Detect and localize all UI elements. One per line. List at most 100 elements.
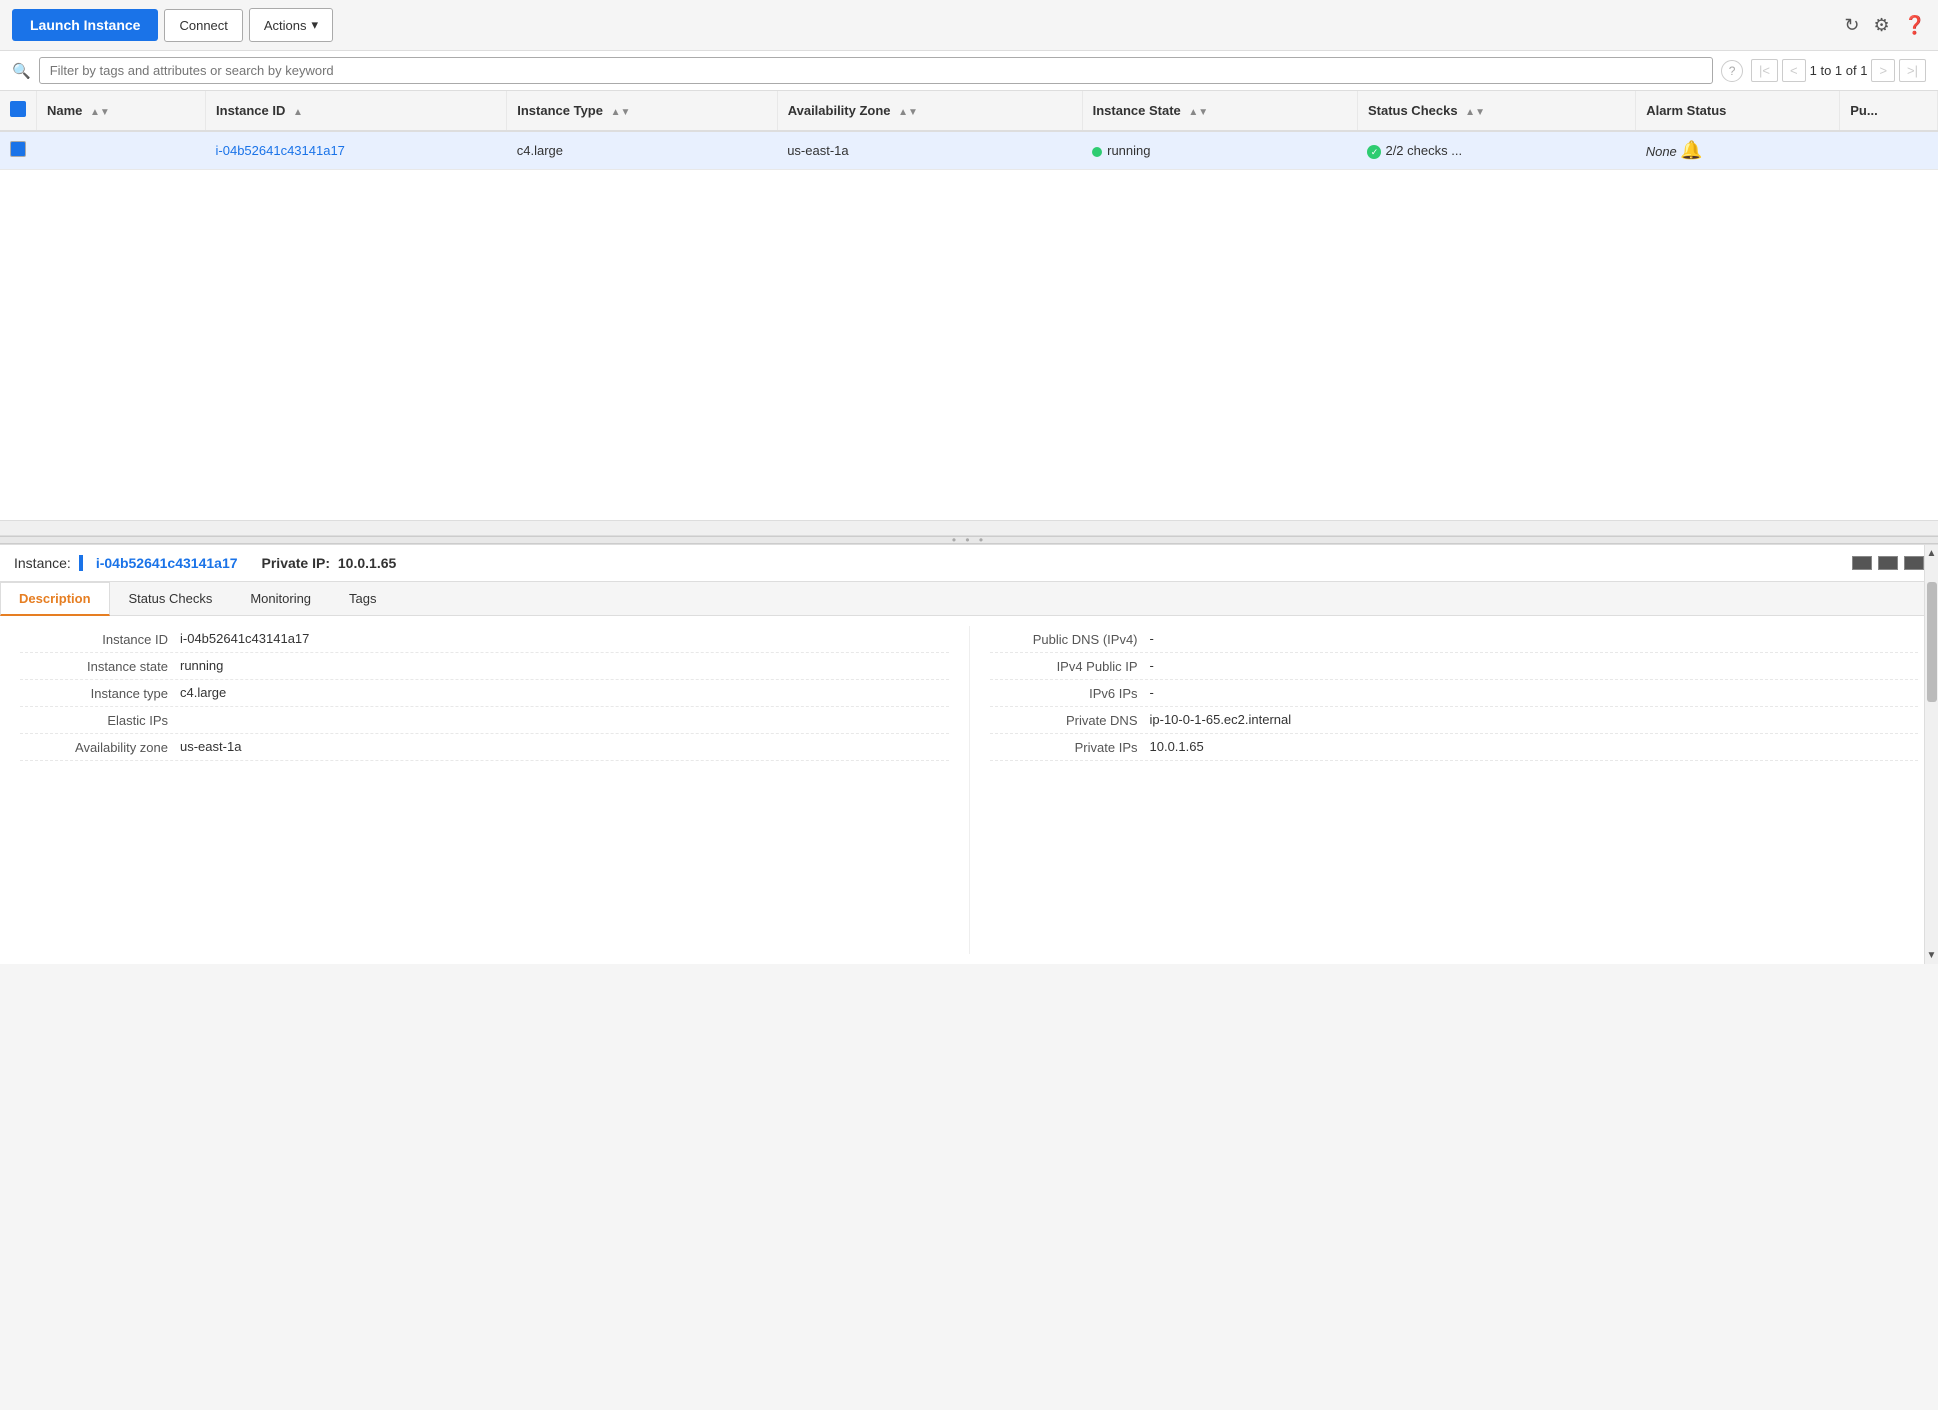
tab-status-checks[interactable]: Status Checks xyxy=(110,582,232,615)
panel-minimize-icon[interactable] xyxy=(1852,556,1872,570)
col-alarm-status[interactable]: Alarm Status xyxy=(1636,91,1840,131)
desc-row: Public DNS (IPv4) - xyxy=(990,626,1919,653)
row-public xyxy=(1840,131,1938,170)
desc-label: Instance ID xyxy=(20,631,180,647)
detail-panel: Instance: i-04b52641c43141a17 Private IP… xyxy=(0,544,1938,964)
row-instance-id[interactable]: i-04b52641c43141a17 xyxy=(206,131,507,170)
private-ip-value: 10.0.1.65 xyxy=(338,555,396,571)
instances-table: Name ▲▼ Instance ID ▲ Instance Type ▲▼ A… xyxy=(0,91,1938,170)
desc-label: Instance state xyxy=(20,658,180,674)
desc-row: Private DNS ip-10-0-1-65.ec2.internal xyxy=(990,707,1919,734)
search-bar: 🔍 ? |< < 1 to 1 of 1 > >| xyxy=(0,51,1938,91)
state-indicator-icon xyxy=(1092,147,1102,157)
panel-resize-icons xyxy=(1852,556,1924,570)
select-all-header[interactable] xyxy=(0,91,37,131)
pagination-prev-button[interactable]: < xyxy=(1782,59,1806,82)
desc-row: Instance ID i-04b52641c43141a17 xyxy=(20,626,949,653)
desc-value: running xyxy=(180,658,223,673)
col-instance-state[interactable]: Instance State ▲▼ xyxy=(1082,91,1357,131)
sort-icon-az: ▲▼ xyxy=(898,107,918,118)
search-icon: 🔍 xyxy=(12,62,31,80)
desc-row: IPv4 Public IP - xyxy=(990,653,1919,680)
toolbar: Launch Instance Connect Actions ▾ ↻ ⚙ ❓ xyxy=(0,0,1938,51)
horizontal-scrollbar[interactable] xyxy=(0,520,1938,536)
desc-value: - xyxy=(1150,685,1154,700)
row-instance-type: c4.large xyxy=(507,131,777,170)
pagination-text: 1 to 1 of 1 xyxy=(1810,63,1868,78)
scrollbar-up-arrow[interactable]: ▲ xyxy=(1924,545,1938,562)
instance-indicator-icon xyxy=(79,555,83,571)
table-header-row: Name ▲▼ Instance ID ▲ Instance Type ▲▼ A… xyxy=(0,91,1938,131)
row-status-checks: ✓2/2 checks ... xyxy=(1357,131,1635,170)
panel-maximize-icon[interactable] xyxy=(1904,556,1924,570)
desc-row: Availability zone us-east-1a xyxy=(20,734,949,761)
chevron-down-icon: ▾ xyxy=(312,17,319,33)
scrollbar-thumb[interactable] xyxy=(1927,582,1937,702)
desc-row: Instance state running xyxy=(20,653,949,680)
tab-monitoring[interactable]: Monitoring xyxy=(231,582,330,615)
detail-instance-id[interactable]: i-04b52641c43141a17 xyxy=(96,555,238,571)
panel-restore-icon[interactable] xyxy=(1878,556,1898,570)
row-instance-state: running xyxy=(1082,131,1357,170)
desc-value: i-04b52641c43141a17 xyxy=(180,631,309,646)
pagination-last-button[interactable]: >| xyxy=(1899,59,1926,82)
pagination: |< < 1 to 1 of 1 > >| xyxy=(1751,59,1926,82)
alarm-bell-icon[interactable]: 🔔 xyxy=(1680,140,1702,160)
detail-scrollbar[interactable]: ▲ ▼ xyxy=(1924,545,1938,964)
row-alarm-status: None 🔔 xyxy=(1636,131,1840,170)
settings-icon[interactable]: ⚙ xyxy=(1873,15,1889,36)
desc-value: - xyxy=(1150,658,1154,673)
search-input[interactable] xyxy=(39,57,1713,84)
desc-value: c4.large xyxy=(180,685,226,700)
empty-area xyxy=(0,170,1938,520)
col-public: Pu... xyxy=(1840,91,1938,131)
detail-private-ip: Private IP: 10.0.1.65 xyxy=(262,555,397,571)
refresh-icon[interactable]: ↻ xyxy=(1844,15,1859,36)
description-content: Instance ID i-04b52641c43141a17 Instance… xyxy=(0,616,1938,964)
scrollbar-down-arrow[interactable]: ▼ xyxy=(1924,947,1938,964)
desc-row: Elastic IPs xyxy=(20,707,949,734)
private-ip-label: Private IP: xyxy=(262,555,330,571)
desc-value: us-east-1a xyxy=(180,739,241,754)
desc-label: Availability zone xyxy=(20,739,180,755)
col-instance-type[interactable]: Instance Type ▲▼ xyxy=(507,91,777,131)
tab-tags[interactable]: Tags xyxy=(330,582,395,615)
sort-icon-name: ▲▼ xyxy=(90,107,110,118)
desc-label: Elastic IPs xyxy=(20,712,180,728)
sort-icon-state: ▲▼ xyxy=(1188,107,1208,118)
col-name[interactable]: Name ▲▼ xyxy=(37,91,206,131)
sort-icon-instance-id: ▲ xyxy=(293,107,303,118)
pagination-first-button[interactable]: |< xyxy=(1751,59,1778,82)
instances-table-container: Name ▲▼ Instance ID ▲ Instance Type ▲▼ A… xyxy=(0,91,1938,520)
col-status-checks[interactable]: Status Checks ▲▼ xyxy=(1357,91,1635,131)
desc-value: ip-10-0-1-65.ec2.internal xyxy=(1150,712,1292,727)
col-instance-id[interactable]: Instance ID ▲ xyxy=(206,91,507,131)
actions-button[interactable]: Actions ▾ xyxy=(249,8,333,42)
desc-row: IPv6 IPs - xyxy=(990,680,1919,707)
desc-value: 10.0.1.65 xyxy=(1150,739,1204,754)
detail-tabs: DescriptionStatus ChecksMonitoringTags xyxy=(0,582,1938,616)
help-icon[interactable]: ❓ xyxy=(1904,15,1926,36)
col-availability-zone[interactable]: Availability Zone ▲▼ xyxy=(777,91,1082,131)
desc-label: Public DNS (IPv4) xyxy=(990,631,1150,647)
desc-label: IPv4 Public IP xyxy=(990,658,1150,674)
table-row[interactable]: i-04b52641c43141a17 c4.large us-east-1a … xyxy=(0,131,1938,170)
resize-handle[interactable]: • • • xyxy=(0,536,1938,544)
toolbar-icons: ↻ ⚙ ❓ xyxy=(1844,15,1926,36)
row-availability-zone: us-east-1a xyxy=(777,131,1082,170)
select-all-checkbox[interactable] xyxy=(10,101,26,117)
row-checkbox-cell[interactable] xyxy=(0,131,37,170)
tab-description[interactable]: Description xyxy=(0,582,110,616)
sort-icon-instance-type: ▲▼ xyxy=(611,107,631,118)
desc-left-column: Instance ID i-04b52641c43141a17 Instance… xyxy=(0,626,969,954)
desc-label: Private DNS xyxy=(990,712,1150,728)
connect-button[interactable]: Connect xyxy=(164,9,242,42)
detail-instance-label: Instance: xyxy=(14,555,71,571)
desc-label: IPv6 IPs xyxy=(990,685,1150,701)
row-name xyxy=(37,131,206,170)
search-help-icon[interactable]: ? xyxy=(1721,60,1743,82)
launch-instance-button[interactable]: Launch Instance xyxy=(12,9,158,41)
pagination-next-button[interactable]: > xyxy=(1871,59,1895,82)
actions-label: Actions xyxy=(264,18,307,33)
row-checkbox[interactable] xyxy=(10,141,26,157)
